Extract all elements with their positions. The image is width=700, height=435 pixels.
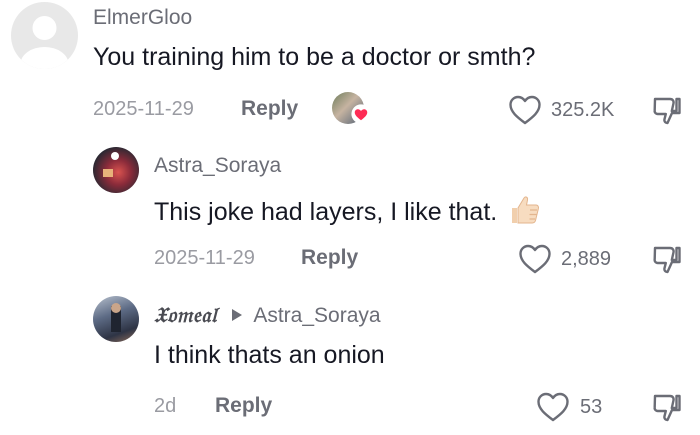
- like-button[interactable]: [508, 94, 542, 131]
- reply-to-username[interactable]: Astra_Soraya: [253, 304, 380, 327]
- reply-header: 𝔛𝔬𝔪𝔢𝔞𝔩 Astra_Soraya: [154, 302, 381, 328]
- like-count: 325.2K: [551, 99, 615, 121]
- creator-liked-heart-icon: [351, 104, 371, 124]
- avatar-decoration: [103, 152, 119, 177]
- dislike-button[interactable]: [651, 95, 683, 132]
- dislike-icon: [653, 97, 681, 125]
- heart-outline-icon: [509, 95, 541, 125]
- dislike-icon: [653, 246, 681, 274]
- avatar[interactable]: [93, 147, 139, 193]
- comment-username[interactable]: ElmerGloo: [93, 6, 192, 30]
- reply-button[interactable]: Reply: [241, 97, 298, 121]
- comment-username[interactable]: 𝔛𝔬𝔪𝔢𝔞𝔩: [154, 302, 217, 327]
- comment-username[interactable]: Astra_Soraya: [154, 154, 281, 178]
- like-count: 53: [580, 396, 603, 418]
- heart-outline-icon: [537, 392, 569, 422]
- dislike-button[interactable]: [651, 392, 683, 429]
- comment-date: 2025-11-29: [154, 247, 255, 269]
- dislike-button[interactable]: [651, 244, 683, 281]
- heart-outline-icon: [519, 244, 551, 274]
- thumbs-up-emoji: [508, 193, 542, 234]
- like-button[interactable]: [536, 391, 570, 428]
- default-avatar-icon: [20, 16, 69, 69]
- like-count: 2,889: [561, 248, 612, 270]
- comment-date: 2d: [154, 395, 177, 417]
- comment-text-content: This joke had layers, I like that.: [154, 198, 498, 227]
- play-triangle-icon: [231, 309, 242, 321]
- like-button[interactable]: [518, 243, 552, 280]
- comment-text: This joke had layers, I like that.: [154, 193, 542, 234]
- creator-liked-badge: [332, 92, 372, 126]
- reply-button[interactable]: Reply: [215, 394, 272, 418]
- avatar-decoration: [111, 303, 121, 332]
- dislike-icon: [653, 394, 681, 422]
- comment-date: 2025-11-29: [93, 98, 194, 120]
- avatar[interactable]: [11, 2, 78, 69]
- avatar[interactable]: [93, 296, 139, 342]
- reply-button[interactable]: Reply: [301, 246, 358, 270]
- comment-text: I think thats an onion: [154, 341, 385, 369]
- comment-text: You training him to be a doctor or smth?: [93, 43, 536, 71]
